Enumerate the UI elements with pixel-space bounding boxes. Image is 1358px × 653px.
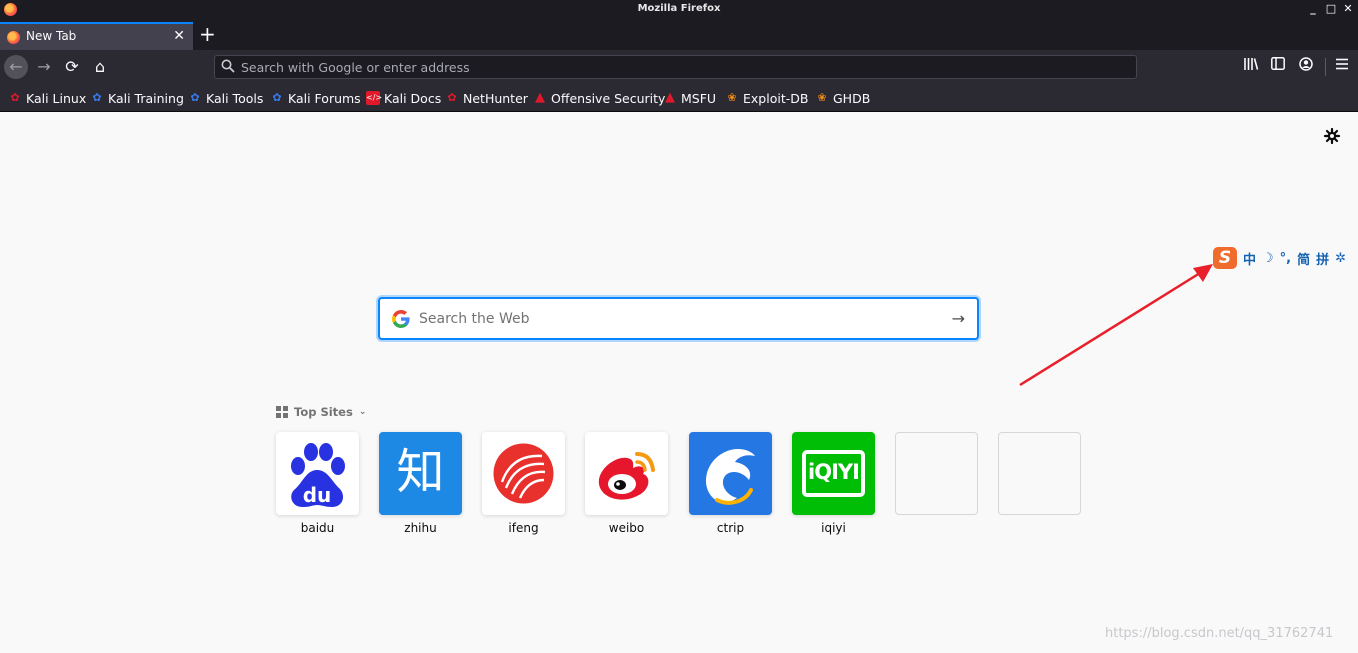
firefox-favicon-icon	[7, 31, 20, 44]
account-icon[interactable]	[1296, 57, 1316, 77]
kali-tools-icon: ✿	[190, 91, 200, 104]
bookmark-label: Kali Linux	[26, 90, 87, 106]
menu-icon[interactable]	[1332, 57, 1352, 77]
bookmark-label: Kali Training	[108, 90, 184, 106]
top-site-label: zhihu	[404, 521, 437, 535]
back-button[interactable]: ←	[4, 55, 28, 79]
web-search-input[interactable]	[419, 309, 939, 329]
top-site-label: ifeng	[508, 521, 539, 535]
maximize-button[interactable]: □	[1324, 2, 1338, 16]
google-icon	[392, 310, 410, 328]
bookmark-kali-docs[interactable]: </> Kali Docs	[366, 90, 441, 106]
top-site-label: iqiyi	[821, 521, 846, 535]
reload-button[interactable]: ⟳	[60, 55, 84, 79]
kali-forums-icon: ✿	[272, 91, 282, 104]
top-site-label: ctrip	[716, 521, 745, 535]
bookmark-kali-forums[interactable]: ✿ Kali Forums	[270, 90, 361, 106]
ime-pinyin[interactable]: 拼	[1316, 249, 1329, 268]
top-site-tile-baidu[interactable]: du	[276, 432, 359, 515]
gear-icon[interactable]	[1322, 127, 1342, 148]
top-site-empty-tile[interactable]	[998, 432, 1081, 515]
bookmark-label: MSFU	[681, 90, 717, 106]
top-site-tile-iqiyi[interactable]: iQIYI	[792, 432, 875, 515]
top-site-tile-ctrip[interactable]	[689, 432, 772, 515]
window-title: Mozilla Firefox	[637, 3, 721, 14]
search-go-arrow-icon[interactable]: →	[952, 309, 965, 328]
top-site-label: baidu	[300, 521, 335, 535]
bookmark-label: Offensive Security	[551, 90, 666, 106]
search-icon	[221, 59, 235, 73]
tab-new-tab[interactable]: New Tab ✕	[0, 22, 193, 50]
svg-text:du: du	[303, 483, 332, 507]
bookmark-kali-tools[interactable]: ✿ Kali Tools	[188, 90, 263, 106]
home-button[interactable]: ⌂	[88, 55, 112, 79]
bookmark-label: Kali Tools	[206, 90, 264, 106]
kali-docs-icon: </>	[366, 91, 382, 105]
bookmark-ghdb[interactable]: ❀ GHDB	[815, 90, 870, 106]
ctrip-dolphin-icon	[706, 449, 755, 505]
msfu-icon: ▲	[665, 90, 675, 105]
toolbar-separator	[1325, 58, 1326, 76]
library-icon[interactable]	[1241, 57, 1261, 77]
iqiyi-logo-text: iQIYI	[808, 460, 860, 484]
nethunter-icon: ✿	[447, 91, 457, 104]
bookmark-label: GHDB	[833, 90, 871, 106]
kali-dragon-icon: ✿	[10, 91, 20, 104]
top-site-label: weibo	[608, 521, 645, 535]
grid-icon	[276, 406, 288, 418]
window-titlebar: Mozilla Firefox _ □ ✕	[0, 0, 1358, 20]
ime-toolbar: S 中 ☽ °, 简 拼 ✲	[1213, 246, 1346, 270]
bookmark-label: Exploit-DB	[743, 90, 809, 106]
bookmark-nethunter[interactable]: ✿ NetHunter	[445, 90, 528, 106]
ghdb-icon: ❀	[817, 91, 827, 104]
exploit-db-icon: ❀	[727, 91, 737, 104]
baidu-logo-icon: du	[291, 443, 345, 508]
tab-strip: New Tab ✕ +	[0, 20, 1358, 50]
new-tab-button[interactable]: +	[199, 23, 216, 45]
zhihu-logo-glyph: 知	[396, 444, 445, 500]
watermark: https://blog.csdn.net/qq_31762741	[1105, 626, 1334, 641]
navigation-toolbar: ← → ⟳ ⌂	[0, 50, 1358, 84]
offsec-icon: ▲	[535, 90, 545, 105]
address-input[interactable]	[241, 58, 1121, 76]
top-sites-header[interactable]: Top Sites ⌄	[276, 405, 366, 419]
top-site-tile-ifeng[interactable]	[482, 432, 565, 515]
bookmark-offensive-security[interactable]: ▲ Offensive Security	[533, 90, 665, 106]
ifeng-logo-icon	[493, 443, 554, 504]
kali-training-icon: ✿	[92, 91, 102, 104]
bookmark-kali-training[interactable]: ✿ Kali Training	[90, 90, 184, 106]
bookmark-label: NetHunter	[463, 90, 528, 106]
forward-button[interactable]: →	[32, 55, 56, 79]
weibo-logo-icon	[598, 452, 655, 500]
top-sites-title: Top Sites	[294, 405, 353, 419]
close-window-button[interactable]: ✕	[1341, 2, 1355, 16]
address-bar[interactable]	[214, 55, 1137, 79]
bookmark-exploit-db[interactable]: ❀ Exploit-DB	[725, 90, 808, 106]
bookmark-label: Kali Docs	[384, 90, 442, 106]
sidebar-icon[interactable]	[1268, 57, 1288, 77]
chevron-down-icon: ⌄	[358, 407, 367, 417]
tab-label: New Tab	[26, 29, 77, 43]
annotation-arrow	[1019, 264, 1213, 387]
ime-simplified[interactable]: 简	[1297, 249, 1310, 268]
ime-chinese-mode[interactable]: 中	[1243, 249, 1256, 268]
web-search-box[interactable]: →	[378, 297, 979, 340]
ime-punctuation[interactable]: °,	[1280, 251, 1291, 266]
top-site-tile-weibo[interactable]	[585, 432, 668, 515]
minimize-button[interactable]: _	[1306, 2, 1320, 16]
top-site-tile-zhihu[interactable]: 知	[379, 432, 462, 515]
top-site-empty-tile[interactable]	[895, 432, 978, 515]
bookmarks-toolbar: ✿ Kali Linux ✿ Kali Training ✿ Kali Tools ✿…	[0, 84, 1358, 112]
bookmark-msfu[interactable]: ▲ MSFU	[663, 90, 716, 106]
ime-settings-icon[interactable]: ✲	[1335, 251, 1346, 266]
bookmark-kali-linux[interactable]: ✿ Kali Linux	[8, 90, 86, 106]
bookmark-label: Kali Forums	[288, 90, 361, 106]
ime-half-width-icon[interactable]: ☽	[1262, 251, 1274, 266]
close-tab-icon[interactable]: ✕	[173, 28, 185, 44]
